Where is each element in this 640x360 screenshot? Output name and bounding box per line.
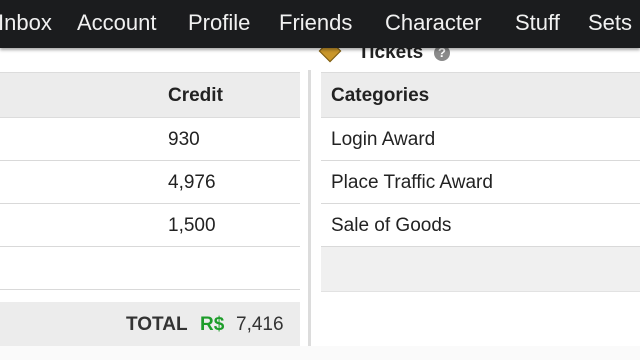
table-row: Login Award	[321, 118, 640, 161]
table-row: 930	[0, 118, 300, 161]
nav-item-inbox[interactable]: Inbox	[0, 10, 52, 36]
nav-item-friends[interactable]: Friends	[279, 10, 352, 36]
credit-value: 1,500	[168, 215, 216, 236]
credit-table-header: Credit	[0, 72, 300, 118]
category-name: Sale of Goods	[331, 215, 452, 236]
page-bottom-edge	[0, 346, 640, 360]
credit-table: Credit 930 4,976 1,500	[0, 72, 300, 290]
credit-column-header: Credit	[168, 85, 223, 106]
total-value: 7,416	[236, 314, 284, 335]
robux-currency-icon: R$	[200, 314, 225, 335]
table-row: Place Traffic Award	[321, 161, 640, 204]
table-row: Sale of Goods	[321, 204, 640, 247]
categories-column-header: Categories	[331, 85, 430, 106]
table-row-empty	[321, 247, 640, 292]
category-name: Login Award	[331, 129, 436, 150]
table-row-empty	[0, 247, 300, 290]
credit-value: 4,976	[168, 172, 216, 193]
credit-value: 930	[168, 129, 200, 150]
nav-item-stuff[interactable]: Stuff	[515, 10, 560, 36]
nav-item-sets[interactable]: Sets	[588, 10, 632, 36]
total-label: TOTAL	[126, 314, 188, 335]
nav-item-profile[interactable]: Profile	[188, 10, 250, 36]
table-row: 4,976	[0, 161, 300, 204]
categories-table: Categories Login Award Place Traffic Awa…	[321, 72, 640, 292]
top-nav-bar: Inbox Account Profile Friends Character …	[0, 0, 640, 48]
page: Inbox Account Profile Friends Character …	[0, 0, 640, 360]
column-divider	[308, 70, 311, 360]
categories-table-header: Categories	[321, 72, 640, 118]
total-row: TOTAL R$ 7,416	[0, 302, 300, 346]
nav-item-account[interactable]: Account	[77, 10, 157, 36]
nav-item-character[interactable]: Character	[385, 10, 482, 36]
category-name: Place Traffic Award	[331, 172, 493, 193]
table-row: 1,500	[0, 204, 300, 247]
